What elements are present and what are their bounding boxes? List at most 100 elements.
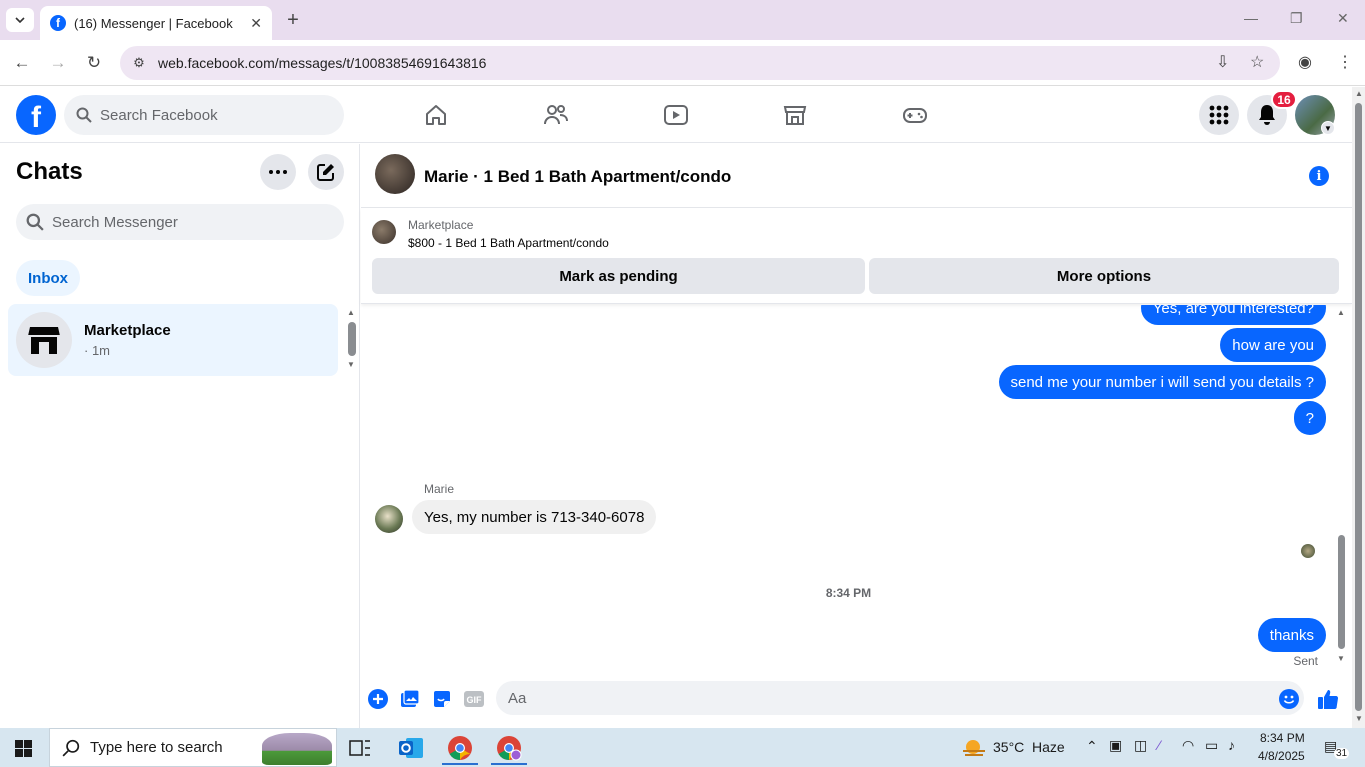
more-icon bbox=[269, 170, 287, 174]
search-icon bbox=[76, 107, 92, 123]
facebook-logo-icon[interactable]: f bbox=[16, 95, 56, 135]
compose-icon bbox=[317, 164, 334, 181]
site-settings-icon[interactable]: ⚙ bbox=[130, 54, 148, 72]
outgoing-message[interactable]: how are you bbox=[1220, 328, 1326, 362]
more-options-button[interactable]: More options bbox=[869, 258, 1339, 294]
browser-menu-icon[interactable]: ⋮ bbox=[1337, 52, 1353, 72]
attach-photo-icon[interactable] bbox=[399, 688, 421, 710]
camera-icon[interactable]: ◫ bbox=[1134, 737, 1147, 754]
new-tab-button[interactable]: + bbox=[282, 8, 304, 32]
bookmark-star-icon[interactable]: ☆ bbox=[1250, 52, 1264, 72]
chrome-profile-running-indicator bbox=[491, 763, 527, 765]
minimize-icon[interactable]: — bbox=[1244, 10, 1258, 26]
url-text: web.facebook.com/messages/t/100838546916… bbox=[158, 55, 487, 71]
taskbar-search-placeholder: Type here to search bbox=[90, 739, 223, 756]
chrome-profile-app-icon[interactable] bbox=[495, 734, 523, 762]
video-nav-icon[interactable] bbox=[660, 99, 692, 131]
forward-button[interactable]: → bbox=[47, 52, 69, 74]
notification-badge: 16 bbox=[1271, 90, 1297, 109]
listing-thumbnail[interactable] bbox=[372, 220, 396, 244]
emoji-icon[interactable] bbox=[1278, 688, 1300, 710]
facebook-favicon-icon: f bbox=[50, 15, 66, 31]
browser-tabbar: f (16) Messenger | Facebook ✕ + — ❐ ✕ bbox=[0, 0, 1365, 40]
inbox-filter-tab[interactable]: Inbox bbox=[16, 260, 80, 296]
outlook-app-icon[interactable] bbox=[397, 734, 425, 762]
chat-list-scrollbar[interactable]: ▲ ▼ bbox=[347, 308, 357, 370]
new-message-button[interactable] bbox=[308, 154, 344, 190]
back-button[interactable]: ← bbox=[11, 52, 33, 74]
menu-grid-button[interactable] bbox=[1199, 95, 1239, 135]
page-scrollbar[interactable]: ▲ ▼ bbox=[1352, 87, 1365, 728]
sticker-icon[interactable] bbox=[431, 688, 453, 710]
scroll-down-arrow-icon[interactable]: ▼ bbox=[1337, 654, 1345, 663]
chat-list-scrollbar-thumb[interactable] bbox=[348, 322, 356, 356]
outgoing-message[interactable]: thanks bbox=[1257, 618, 1326, 652]
gif-icon[interactable]: GIF bbox=[463, 688, 485, 710]
marketplace-store-icon bbox=[16, 312, 72, 368]
browser-tab-active[interactable]: f (16) Messenger | Facebook ✕ bbox=[40, 6, 272, 40]
conversation-title[interactable]: Marie · 1 Bed 1 Bath Apartment/condo bbox=[424, 167, 731, 187]
tab-search-button[interactable] bbox=[6, 8, 34, 32]
facebook-search-input[interactable]: Search Facebook bbox=[64, 95, 344, 135]
task-view-icon[interactable] bbox=[346, 734, 374, 762]
mark-as-pending-button[interactable]: Mark as pending bbox=[372, 258, 865, 294]
info-icon[interactable]: i bbox=[1309, 166, 1329, 186]
message-scrollbar[interactable]: ▲ ▼ bbox=[1336, 305, 1348, 667]
scroll-up-arrow-icon[interactable]: ▲ bbox=[347, 308, 355, 317]
volume-muted-icon[interactable]: ♪ bbox=[1228, 737, 1235, 753]
clock-date[interactable]: 4/8/2025 bbox=[1258, 749, 1305, 763]
install-app-icon[interactable]: ⇩ bbox=[1216, 52, 1229, 72]
wifi-icon[interactable]: ◠ bbox=[1182, 737, 1194, 754]
notification-center-count: 31 bbox=[1334, 748, 1350, 759]
outgoing-message[interactable]: ? bbox=[1293, 401, 1326, 435]
svg-text:GIF: GIF bbox=[467, 695, 483, 705]
chrome-app-icon[interactable] bbox=[446, 734, 474, 762]
windows-start-icon[interactable] bbox=[15, 740, 32, 757]
chrome-running-indicator bbox=[442, 763, 478, 765]
incoming-message[interactable]: Yes, my number is 713-340-6078 bbox=[412, 500, 657, 534]
search-icon bbox=[62, 739, 80, 756]
taskbar-search-box[interactable]: Type here to search bbox=[49, 728, 337, 767]
page-scroll-down-icon[interactable]: ▼ bbox=[1355, 714, 1363, 723]
home-nav-icon[interactable] bbox=[420, 99, 452, 131]
weather-description: Haze bbox=[1032, 739, 1065, 755]
message-status: Sent bbox=[1293, 654, 1318, 668]
pen-icon[interactable]: ⁄ bbox=[1158, 737, 1160, 753]
scroll-down-arrow-icon[interactable]: ▼ bbox=[347, 360, 355, 369]
scroll-up-arrow-icon[interactable]: ▲ bbox=[1337, 308, 1345, 317]
marketplace-label: Marketplace bbox=[408, 218, 474, 232]
sender-avatar[interactable] bbox=[375, 505, 403, 533]
address-bar[interactable]: ⚙ web.facebook.com/messages/t/1008385469… bbox=[120, 46, 1280, 80]
restore-icon[interactable]: ❐ bbox=[1290, 10, 1303, 27]
account-chevron-icon[interactable]: ▼ bbox=[1321, 121, 1335, 135]
listing-title[interactable]: $800 - 1 Bed 1 Bath Apartment/condo bbox=[408, 236, 609, 250]
friends-nav-icon[interactable] bbox=[540, 99, 572, 131]
profile-icon[interactable]: ◉ bbox=[1298, 52, 1312, 72]
battery-icon[interactable]: ▭ bbox=[1205, 737, 1218, 754]
outgoing-message[interactable]: Yes, are you interested? bbox=[1140, 305, 1326, 325]
page-scrollbar-thumb[interactable] bbox=[1355, 103, 1362, 711]
gaming-nav-icon[interactable] bbox=[899, 99, 931, 131]
messenger-search-placeholder: Search Messenger bbox=[52, 213, 178, 231]
message-scrollbar-thumb[interactable] bbox=[1338, 535, 1345, 649]
chevron-down-icon bbox=[15, 17, 25, 23]
page-scroll-up-icon[interactable]: ▲ bbox=[1355, 89, 1363, 98]
close-window-icon[interactable]: ✕ bbox=[1337, 10, 1349, 27]
message-input[interactable]: Aa bbox=[496, 681, 1304, 715]
chat-name: Marketplace bbox=[84, 322, 171, 339]
close-tab-icon[interactable]: ✕ bbox=[250, 15, 262, 32]
show-hidden-icons-icon[interactable]: ⌃ bbox=[1086, 738, 1098, 755]
weather-icon[interactable] bbox=[960, 734, 988, 762]
messenger-search-input[interactable]: Search Messenger bbox=[16, 204, 344, 240]
reload-button[interactable]: ↻ bbox=[83, 52, 105, 74]
chat-list-item[interactable]: Marketplace · 1m bbox=[8, 304, 338, 376]
marketplace-nav-icon[interactable] bbox=[779, 99, 811, 131]
clock-time[interactable]: 8:34 PM bbox=[1260, 731, 1305, 745]
chat-options-button[interactable] bbox=[260, 154, 296, 190]
thumbs-up-icon[interactable] bbox=[1317, 688, 1339, 710]
message-composer: GIF Aa bbox=[361, 680, 1352, 728]
contact-avatar[interactable] bbox=[375, 154, 415, 194]
more-actions-icon[interactable] bbox=[367, 688, 389, 710]
outgoing-message[interactable]: send me your number i will send you deta… bbox=[998, 365, 1326, 399]
meet-now-icon[interactable]: ▣ bbox=[1109, 737, 1122, 754]
